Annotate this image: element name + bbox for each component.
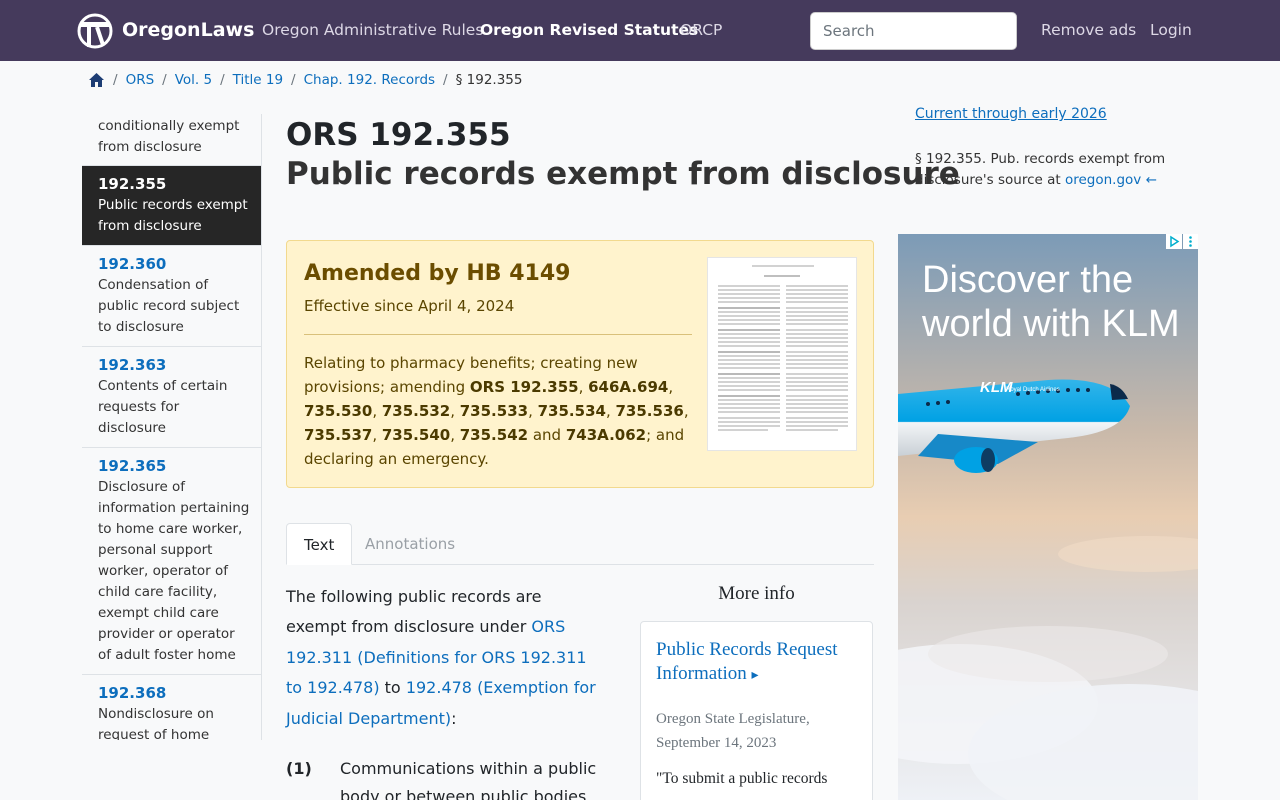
content-tabs: Text Annotations: [286, 523, 874, 565]
section-desc: conditionally exempt from disclosure: [98, 118, 240, 155]
oregonlaws-logo-icon: [77, 13, 113, 49]
statute-ref[interactable]: 735.534: [538, 402, 606, 420]
ad-choices-badge[interactable]: [1166, 234, 1198, 249]
advertisement[interactable]: KLM Royal Dutch Airlines Discover the wo…: [898, 234, 1198, 800]
brand-name: OregonLaws: [122, 19, 255, 41]
card-title-text[interactable]: Public Records Request Information: [656, 639, 838, 684]
section-number: 192.363: [98, 356, 167, 374]
breadcrumb-volume[interactable]: Vol. 5: [175, 72, 212, 88]
statute-to: to: [384, 678, 401, 698]
statute-ref[interactable]: 735.540: [382, 426, 450, 444]
statute-ref[interactable]: ORS 192.355: [470, 378, 579, 396]
amendment-description: Relating to pharmacy benefits; creating …: [304, 354, 689, 468]
card-title[interactable]: Public Records Request Information ▸: [656, 638, 866, 688]
breadcrumb: / ORS / Vol. 5 / Title 19 / Chap. 192. R…: [88, 72, 522, 88]
section-desc: Nondisclosure on request of home address…: [98, 706, 214, 740]
section-number: 192.368: [98, 684, 167, 702]
section-number: 192.365: [98, 457, 167, 475]
subsection-label: (1): [286, 759, 312, 778]
brand[interactable]: OregonLaws: [77, 13, 254, 49]
list-item-active[interactable]: 192.355 Public records exempt from discl…: [82, 166, 261, 246]
statute-ref[interactable]: 735.542: [460, 426, 528, 444]
list-item[interactable]: 192.368 Nondisclosure on request of home…: [82, 675, 261, 740]
more-info-card: Public Records Request Information ▸ Ore…: [640, 621, 873, 800]
statute-colon: :: [451, 708, 457, 728]
play-arrow-icon: ▸: [751, 668, 759, 683]
section-desc: Disclosure of information pertaining to …: [98, 479, 250, 663]
subsection-text: Communications within a public body or b…: [340, 759, 597, 800]
nav-link-ors[interactable]: Oregon Revised Statutes: [480, 21, 698, 39]
statute-ref[interactable]: 735.536: [616, 402, 684, 420]
statute-ref[interactable]: 735.530: [304, 402, 372, 420]
amendment-effective: Effective since April 4, 2024: [304, 297, 515, 315]
section-desc: Condensation of public record subject to…: [98, 277, 240, 335]
section-list: conditionally exempt from disclosure 192…: [82, 114, 262, 740]
amendment-prefix: Amended by: [304, 261, 459, 286]
arrow-left-icon: ←: [1145, 172, 1157, 188]
top-navbar: OregonLaws Oregon Administrative Rules O…: [0, 0, 1280, 61]
statute-ref[interactable]: 735.533: [460, 402, 528, 420]
login-link[interactable]: Login: [1150, 21, 1192, 39]
bill-link[interactable]: HB 4149: [466, 261, 570, 286]
card-source: Oregon State Legislature, September 14, …: [656, 711, 810, 751]
breadcrumb-current: § 192.355: [455, 72, 523, 88]
section-number: 192.355: [98, 175, 167, 193]
nav-link-orcp[interactable]: ORCP: [680, 21, 722, 39]
list-item[interactable]: 192.360 Condensation of public record su…: [82, 246, 261, 347]
amendment-box: Amended by HB 4149 Effective since April…: [286, 240, 874, 488]
statute-intro: The following public records are exempt …: [286, 582, 596, 734]
amendment-title: Amended by HB 4149: [304, 261, 570, 286]
section-desc: Public records exempt from disclosure: [98, 197, 248, 234]
list-item[interactable]: 192.365 Disclosure of information pertai…: [82, 448, 261, 675]
source-note: § 192.355. Pub. records exempt from disc…: [915, 149, 1205, 191]
nav-link-oar[interactable]: Oregon Administrative Rules: [262, 21, 483, 39]
home-icon[interactable]: [88, 72, 105, 88]
list-item[interactable]: conditionally exempt from disclosure: [82, 114, 261, 166]
amendment-and: and: [532, 426, 562, 444]
breadcrumb-ors[interactable]: ORS: [126, 72, 155, 88]
remove-ads-link[interactable]: Remove ads: [1041, 21, 1136, 39]
statute-intro-text: The following public records are exempt …: [286, 587, 542, 637]
statute-ref[interactable]: 743A.062: [566, 426, 646, 444]
list-item[interactable]: 192.363 Contents of certain requests for…: [82, 347, 261, 448]
ad-plane-sub: Royal Dutch Airlines: [1006, 387, 1060, 393]
search-input[interactable]: [810, 12, 1017, 50]
page-title: ORS 192.355: [286, 117, 511, 153]
document-page-icon: [708, 258, 856, 450]
bill-document-thumbnail[interactable]: [707, 257, 857, 451]
statute-ref[interactable]: 735.532: [382, 402, 450, 420]
statute-ref[interactable]: 646A.694: [588, 378, 668, 396]
breadcrumb-title[interactable]: Title 19: [233, 72, 283, 88]
more-info-heading: More info: [718, 583, 795, 604]
amendment-divider: [304, 334, 692, 335]
page-subtitle: Public records exempt from disclosure: [286, 156, 960, 192]
breadcrumb-separator: /: [443, 72, 448, 88]
adchoices-icon[interactable]: [1166, 234, 1198, 249]
breadcrumb-separator: /: [162, 72, 167, 88]
tab-annotations[interactable]: Annotations: [348, 523, 472, 565]
breadcrumb-chapter[interactable]: Chap. 192. Records: [304, 72, 435, 88]
statute-ref[interactable]: 735.537: [304, 426, 372, 444]
tab-text[interactable]: Text: [286, 523, 353, 565]
breadcrumb-separator: /: [113, 72, 118, 88]
breadcrumb-separator: /: [220, 72, 225, 88]
ad-headline: Discover the world with KLM: [922, 259, 1180, 345]
card-quote: "To submit a public records: [656, 770, 828, 787]
section-number: 192.360: [98, 255, 167, 273]
source-link[interactable]: oregon.gov: [1065, 172, 1141, 188]
current-through-link[interactable]: Current through early 2026: [915, 106, 1107, 122]
section-desc: Contents of certain requests for disclos…: [98, 378, 228, 436]
breadcrumb-separator: /: [291, 72, 296, 88]
